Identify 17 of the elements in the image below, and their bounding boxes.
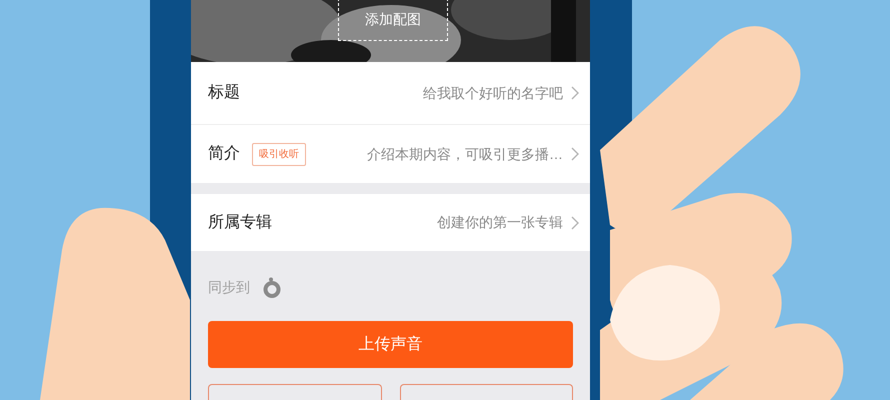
chevron-right-icon bbox=[571, 216, 579, 230]
outline-button[interactable] bbox=[208, 384, 382, 400]
sync-label: 同步到 bbox=[208, 278, 250, 296]
chevron-right-icon bbox=[571, 147, 579, 161]
row-label: 简介 bbox=[208, 144, 240, 164]
badge: 吸引收听 bbox=[252, 142, 306, 166]
outline-button[interactable] bbox=[400, 384, 573, 400]
chevron-right-icon bbox=[571, 86, 579, 100]
row-value: 介绍本期内容，可吸引更多播… bbox=[367, 144, 563, 164]
ring-icon[interactable] bbox=[263, 276, 281, 298]
row-label: 所属专辑 bbox=[208, 212, 272, 232]
form-row[interactable]: 所属专辑 创建你的第一张专辑 bbox=[191, 194, 590, 251]
form-row[interactable]: 标题 给我取个好听的名字吧 bbox=[191, 62, 590, 124]
row-value: 创建你的第一张专辑 bbox=[437, 213, 563, 232]
row-value: 给我取个好听的名字吧 bbox=[423, 84, 563, 102]
form-row[interactable]: 简介 吸引收听 介绍本期内容，可吸引更多播… bbox=[191, 125, 590, 183]
row-label: 标题 bbox=[208, 83, 240, 103]
